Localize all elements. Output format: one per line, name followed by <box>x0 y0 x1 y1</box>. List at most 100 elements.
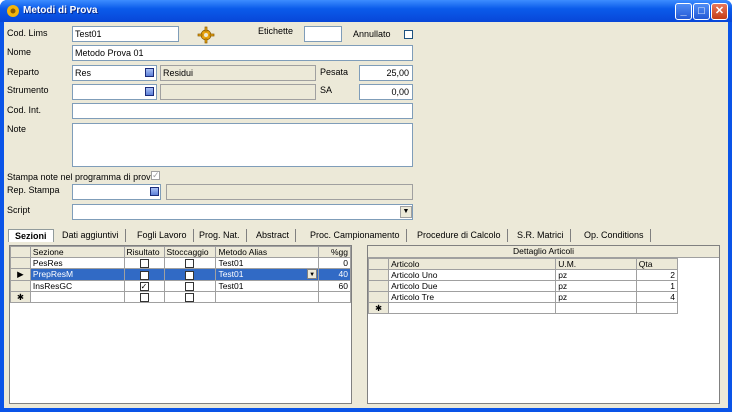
sezioni-grid[interactable]: Sezione Risultato Stoccaggio Metodo Alia… <box>9 245 352 404</box>
cod-int-input[interactable] <box>72 103 413 119</box>
tab-proc-campionamento[interactable]: Proc. Campionamento <box>304 229 407 242</box>
cell-qta[interactable]: 4 <box>635 291 679 303</box>
cod-lims-input[interactable]: Test01 <box>72 26 179 42</box>
cell-um[interactable]: pz <box>555 291 637 303</box>
cell-gg[interactable]: 60 <box>318 279 351 292</box>
note-textarea[interactable] <box>72 123 413 167</box>
row-header[interactable] <box>10 279 31 292</box>
minimize-button[interactable]: _ <box>675 3 692 20</box>
title-bar[interactable]: Metodi di Prova _ □ ✕ <box>0 0 732 22</box>
tab-abstract[interactable]: Abstract <box>250 229 297 242</box>
etichette-input[interactable] <box>304 26 342 42</box>
risultato-checkbox[interactable] <box>139 293 149 302</box>
strumento-lookup-icon[interactable] <box>145 87 154 96</box>
script-select[interactable] <box>72 204 413 220</box>
table-row[interactable]: InsResGC ✓ Test01 60 <box>10 279 351 292</box>
cell-gg[interactable] <box>318 290 351 304</box>
row-header[interactable] <box>367 269 390 281</box>
cell-sezione[interactable]: PrepResM <box>29 268 125 281</box>
col-stoccaggio[interactable]: Stoccaggio <box>163 246 217 258</box>
risultato-checkbox[interactable] <box>139 270 149 280</box>
cell-metodo-alias[interactable] <box>215 290 320 304</box>
row-header[interactable] <box>367 291 390 303</box>
cell-risultato[interactable] <box>123 256 165 270</box>
annullato-checkbox[interactable] <box>404 30 413 39</box>
sa-input[interactable]: 0,00 <box>359 84 413 100</box>
row-header[interactable] <box>367 280 390 292</box>
tab-sezioni[interactable]: Sezioni <box>8 229 54 242</box>
cell-articolo[interactable]: Articolo Due <box>388 280 557 292</box>
metodo-alias-dropdown-icon[interactable]: ▼ <box>307 269 318 280</box>
cell-articolo[interactable] <box>388 302 557 314</box>
sa-label: SA <box>320 85 333 95</box>
stoccaggio-checkbox[interactable] <box>185 259 195 269</box>
cell-stoccaggio[interactable] <box>163 256 217 270</box>
cell-metodo-alias[interactable]: Test01 <box>215 256 320 270</box>
new-row-icon[interactable]: ✱ <box>10 290 31 304</box>
stoccaggio-checkbox[interactable] <box>185 281 195 291</box>
table-row[interactable]: Articolo Tre pz 4 <box>367 291 679 303</box>
col-qta[interactable]: Qta <box>635 258 679 270</box>
stoccaggio-checkbox[interactable] <box>185 270 195 280</box>
col-risultato[interactable]: Risultato <box>123 246 165 258</box>
tab-dati-aggiuntivi[interactable]: Dati aggiuntivi <box>56 229 126 242</box>
tab-op-conditions[interactable]: Op. Conditions <box>578 229 651 242</box>
tab-procedure-calcolo[interactable]: Procedure di Calcolo <box>411 229 508 242</box>
cell-metodo-alias[interactable]: Test01 <box>215 279 320 292</box>
col-articolo[interactable]: Articolo <box>388 258 557 270</box>
new-row-icon[interactable]: ✱ <box>367 302 390 314</box>
risultato-checkbox[interactable] <box>139 259 149 269</box>
current-row-indicator[interactable]: ▶ <box>10 268 31 281</box>
row-header[interactable] <box>10 256 31 270</box>
cell-sezione[interactable]: InsResGC <box>29 279 125 292</box>
cell-sezione[interactable]: PesRes <box>29 256 125 270</box>
stoccaggio-checkbox[interactable] <box>185 293 195 302</box>
cell-articolo[interactable]: Articolo Tre <box>388 291 557 303</box>
cell-qta[interactable]: 2 <box>635 269 679 281</box>
cell-risultato[interactable] <box>123 268 165 281</box>
table-row[interactable]: PesRes Test01 0 <box>10 256 351 270</box>
cell-risultato[interactable] <box>123 290 165 304</box>
table-row[interactable]: Articolo Due pz 1 <box>367 280 679 292</box>
close-button[interactable]: ✕ <box>711 3 728 20</box>
cell-qta[interactable]: 1 <box>635 280 679 292</box>
rep-stampa-label: Rep. Stampa <box>7 185 60 195</box>
cell-articolo[interactable]: Articolo Uno <box>388 269 557 281</box>
cell-gg[interactable]: 40 <box>318 268 351 281</box>
cod-lims-label: Cod. Lims <box>7 28 48 38</box>
risultato-checkbox-checked[interactable]: ✓ <box>139 281 149 291</box>
dettaglio-articoli-grid[interactable]: Dettaglio Articoli Articolo U.M. Qta Art… <box>367 245 720 404</box>
rep-stampa-input[interactable] <box>72 184 161 200</box>
cell-stoccaggio[interactable] <box>163 268 217 281</box>
col-gg[interactable]: %gg <box>318 246 351 258</box>
cell-stoccaggio[interactable] <box>163 279 217 292</box>
cell-qta[interactable] <box>635 302 679 314</box>
cell-stoccaggio[interactable] <box>163 290 217 304</box>
maximize-button[interactable]: □ <box>693 3 710 20</box>
cell-um[interactable]: pz <box>555 269 637 281</box>
script-dropdown-icon[interactable]: ▼ <box>400 206 412 218</box>
pesata-input[interactable]: 25,00 <box>359 65 413 81</box>
cell-gg[interactable]: 0 <box>318 256 351 270</box>
tab-fogli-lavoro[interactable]: Fogli Lavoro <box>131 229 194 242</box>
col-um[interactable]: U.M. <box>555 258 637 270</box>
reparto-lookup-icon[interactable] <box>145 68 154 77</box>
nome-input[interactable]: Metodo Prova 01 <box>72 45 413 61</box>
new-row[interactable]: ✱ <box>10 290 351 304</box>
cell-metodo-alias[interactable]: Test01 ▼ <box>215 268 320 281</box>
cell-risultato[interactable]: ✓ <box>123 279 165 292</box>
cell-sezione[interactable] <box>29 290 125 304</box>
tab-sr-matrici[interactable]: S.R. Matrici <box>511 229 571 242</box>
table-row[interactable]: Articolo Uno pz 2 <box>367 269 679 281</box>
col-sezione[interactable]: Sezione <box>29 246 125 258</box>
cell-um[interactable]: pz <box>555 280 637 292</box>
tab-prog-nat[interactable]: Prog. Nat. <box>193 229 247 242</box>
table-row-selected[interactable]: ▶ PrepResM Test01 ▼ 40 <box>10 268 351 281</box>
row-header-corner <box>10 246 31 258</box>
col-metodo-alias[interactable]: Metodo Alias <box>215 246 320 258</box>
stampa-note-checkbox[interactable]: ✓ <box>151 171 160 180</box>
cell-um[interactable] <box>555 302 637 314</box>
rep-stampa-lookup-icon[interactable] <box>150 187 159 196</box>
new-row[interactable]: ✱ <box>367 302 679 314</box>
gear-icon[interactable] <box>197 26 215 44</box>
